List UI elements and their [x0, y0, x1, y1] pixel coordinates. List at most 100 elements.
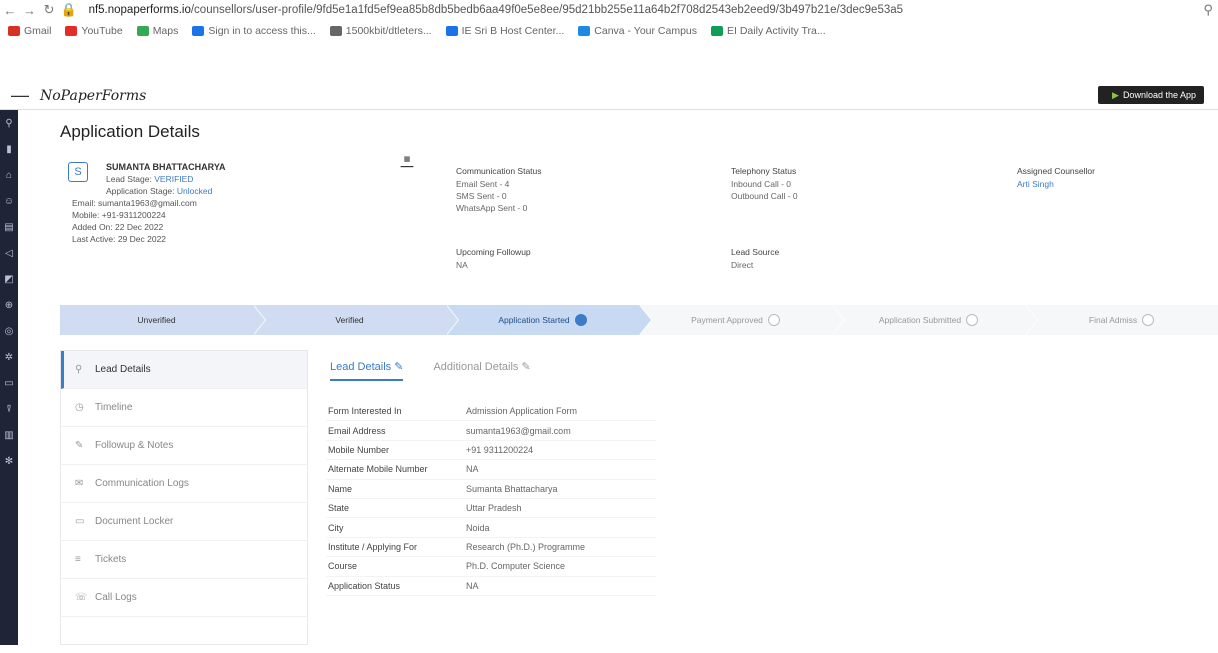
bookmark-label: Sign in to access this... — [208, 25, 316, 37]
table-row: Application Status NA — [326, 577, 656, 596]
target-icon[interactable]: ◎ — [0, 318, 18, 344]
report-icon[interactable]: ▥ — [0, 422, 18, 448]
megaphone-icon[interactable]: ◁ — [0, 240, 18, 266]
assigned-counsellor-value[interactable]: Arti Singh — [1017, 179, 1054, 189]
zoom-icon[interactable]: ⚲ — [1198, 2, 1218, 18]
download-app-button[interactable]: ▶ Download the App — [1098, 86, 1204, 104]
folder-icon: ▭ — [75, 516, 85, 527]
user-icon: ⚲ — [75, 364, 83, 375]
gear-icon[interactable]: ✻ — [0, 448, 18, 474]
stage-step[interactable]: Application Submitted — [832, 305, 1025, 335]
tab-lead-details[interactable]: Lead Details ✎ — [330, 360, 404, 381]
stage-status-icon — [574, 314, 587, 326]
row-value: Ph.D. Computer Science — [466, 561, 566, 572]
stage-step[interactable]: Final Admiss — [1025, 305, 1218, 335]
row-value: NA — [466, 580, 479, 591]
bookmark-item[interactable]: IE Sri B Host Center... — [445, 25, 564, 37]
menu-item-timeline[interactable]: ◷ Timeline — [61, 389, 307, 427]
lead-email: Email: sumanta1963@gmail.com — [72, 198, 197, 208]
stage-progress: Unverified Verified Application Started Pay… — [60, 305, 1218, 335]
bookmark-label: EI Daily Activity Tra... — [727, 25, 826, 37]
menu-icon[interactable]: — — [0, 85, 40, 106]
stage-label: Final Admiss — [1088, 315, 1138, 325]
lead-summary-card: S SUMANTA BHATTACHARYA Lead Stage: VERIF… — [60, 148, 1218, 293]
row-label: Mobile Number — [328, 444, 390, 455]
bookmark-label: Gmail — [24, 25, 52, 37]
lead-source-title: Lead Source — [731, 247, 780, 257]
address-bar[interactable]: nf5.nopaperforms.io/counsellors/user-pro… — [89, 4, 1199, 16]
institution-icon[interactable]: ⌂ — [0, 162, 18, 188]
form-icon[interactable]: ▤ — [0, 214, 18, 240]
bookmark-icon — [578, 26, 591, 36]
tab-additional-details[interactable]: Additional Details ✎ — [433, 360, 530, 381]
bookmark-item[interactable]: EI Daily Activity Tra... — [711, 25, 826, 37]
tab-label: Additional Details — [433, 361, 519, 373]
bookmark-item[interactable]: Sign in to access this... — [192, 25, 316, 37]
menu-item-tickets[interactable]: ≡ Tickets — [61, 541, 307, 579]
tab-label: Lead Details — [330, 361, 392, 373]
communication-status-title: Communication Status — [456, 166, 542, 176]
back-icon[interactable]: ← — [0, 3, 20, 18]
lead-stage-value: VERIFIED — [154, 174, 194, 184]
stage-label: Verified — [335, 315, 364, 325]
lead-last-active: Last Active: 29 Dec 2022 — [72, 234, 167, 244]
leads-icon[interactable]: ◩ — [0, 266, 18, 292]
reload-icon[interactable]: ↻ — [39, 2, 59, 18]
lead-details-table: Form Interested In Admission Application … — [326, 402, 656, 596]
table-row: Institute / Applying For Research (Ph.D.)… — [326, 538, 656, 558]
settings-cog-icon[interactable]: ✲ — [0, 344, 18, 370]
stage-step[interactable]: Unverified — [60, 305, 253, 335]
table-row: Form Interested In Admission Application … — [326, 402, 656, 422]
forward-icon[interactable]: → — [20, 3, 40, 18]
bookmark-item[interactable]: Gmail — [8, 25, 51, 37]
filter-icon[interactable]: ⍒ — [0, 396, 18, 422]
bookmark-item[interactable]: 1500kbit/dtleters... — [329, 25, 432, 37]
detail-tabs: Lead Details ✎ Additional Details ✎ — [330, 360, 561, 381]
menu-item-lead-details[interactable]: ⚲ Lead Details — [61, 351, 307, 389]
browser-toolbar: ← → ↻ 🔒 nf5.nopaperforms.io/counsellors/… — [0, 0, 1218, 20]
mail-icon: ✉ — [75, 478, 84, 489]
row-value: Noida — [466, 522, 490, 533]
stage-step[interactable]: Verified — [253, 305, 446, 335]
row-label: Email Address — [328, 425, 386, 436]
edit-icon[interactable]: ✎ — [391, 361, 403, 373]
bookmark-icon — [192, 26, 205, 36]
row-value: Uttar Pradesh — [466, 503, 522, 514]
app-stage-label: Application Stage: — [106, 186, 175, 196]
chart-icon[interactable]: ▮ — [0, 136, 18, 162]
stage-step[interactable]: Application Started — [446, 305, 639, 335]
search-icon[interactable]: ⚲ — [0, 110, 18, 136]
edit-icon[interactable]: ✎ — [518, 361, 530, 373]
upcoming-followup-title: Upcoming Followup — [456, 247, 531, 257]
menu-item-label: Tickets — [95, 554, 127, 565]
menu-item-document-locker[interactable]: ▭ Document Locker — [61, 503, 307, 541]
menu-item-followup-notes[interactable]: ✎ Followup & Notes — [61, 427, 307, 465]
row-value: +91 9311200224 — [466, 444, 534, 455]
bookmark-label: YouTube — [81, 25, 123, 37]
bookmark-item[interactable]: YouTube — [65, 25, 123, 37]
row-label: Alternate Mobile Number — [328, 464, 428, 475]
row-label: Course — [328, 561, 358, 572]
bookmark-item[interactable]: Maps — [136, 25, 178, 37]
bookmarks-bar: Gmail YouTube Maps Sign in to access this..… — [0, 20, 1218, 42]
stage-step[interactable]: Payment Approved — [639, 305, 832, 335]
table-row: City Noida — [326, 518, 656, 538]
lock-icon: 🔒 — [60, 2, 77, 17]
app-topbar: — NoPaperForms ▶ Download the App — [0, 82, 1218, 110]
row-label: Institute / Applying For — [328, 541, 418, 552]
menu-item-call-logs[interactable]: ☏ Call Logs — [61, 579, 307, 617]
row-label: Name — [328, 483, 353, 494]
stage-chevron — [832, 305, 844, 335]
application-stage: Application Stage: Unlocked — [106, 186, 212, 196]
menu-item-communication-logs[interactable]: ✉ Communication Logs — [61, 465, 307, 503]
stage-chevron — [639, 305, 651, 335]
globe-icon[interactable]: ⊕ — [0, 292, 18, 318]
user-icon[interactable]: ☺ — [0, 188, 18, 214]
stage-label: Application Submitted — [878, 315, 962, 325]
bookmark-icon — [329, 26, 342, 36]
app-stage-value[interactable]: Unlocked — [177, 186, 212, 196]
lead-stage-label: Lead Stage: — [106, 174, 152, 184]
bookmark-item[interactable]: Canva - Your Campus — [578, 25, 697, 37]
display-icon[interactable]: ▭ — [0, 370, 18, 396]
lead-stage: Lead Stage: VERIFIED — [106, 174, 193, 184]
